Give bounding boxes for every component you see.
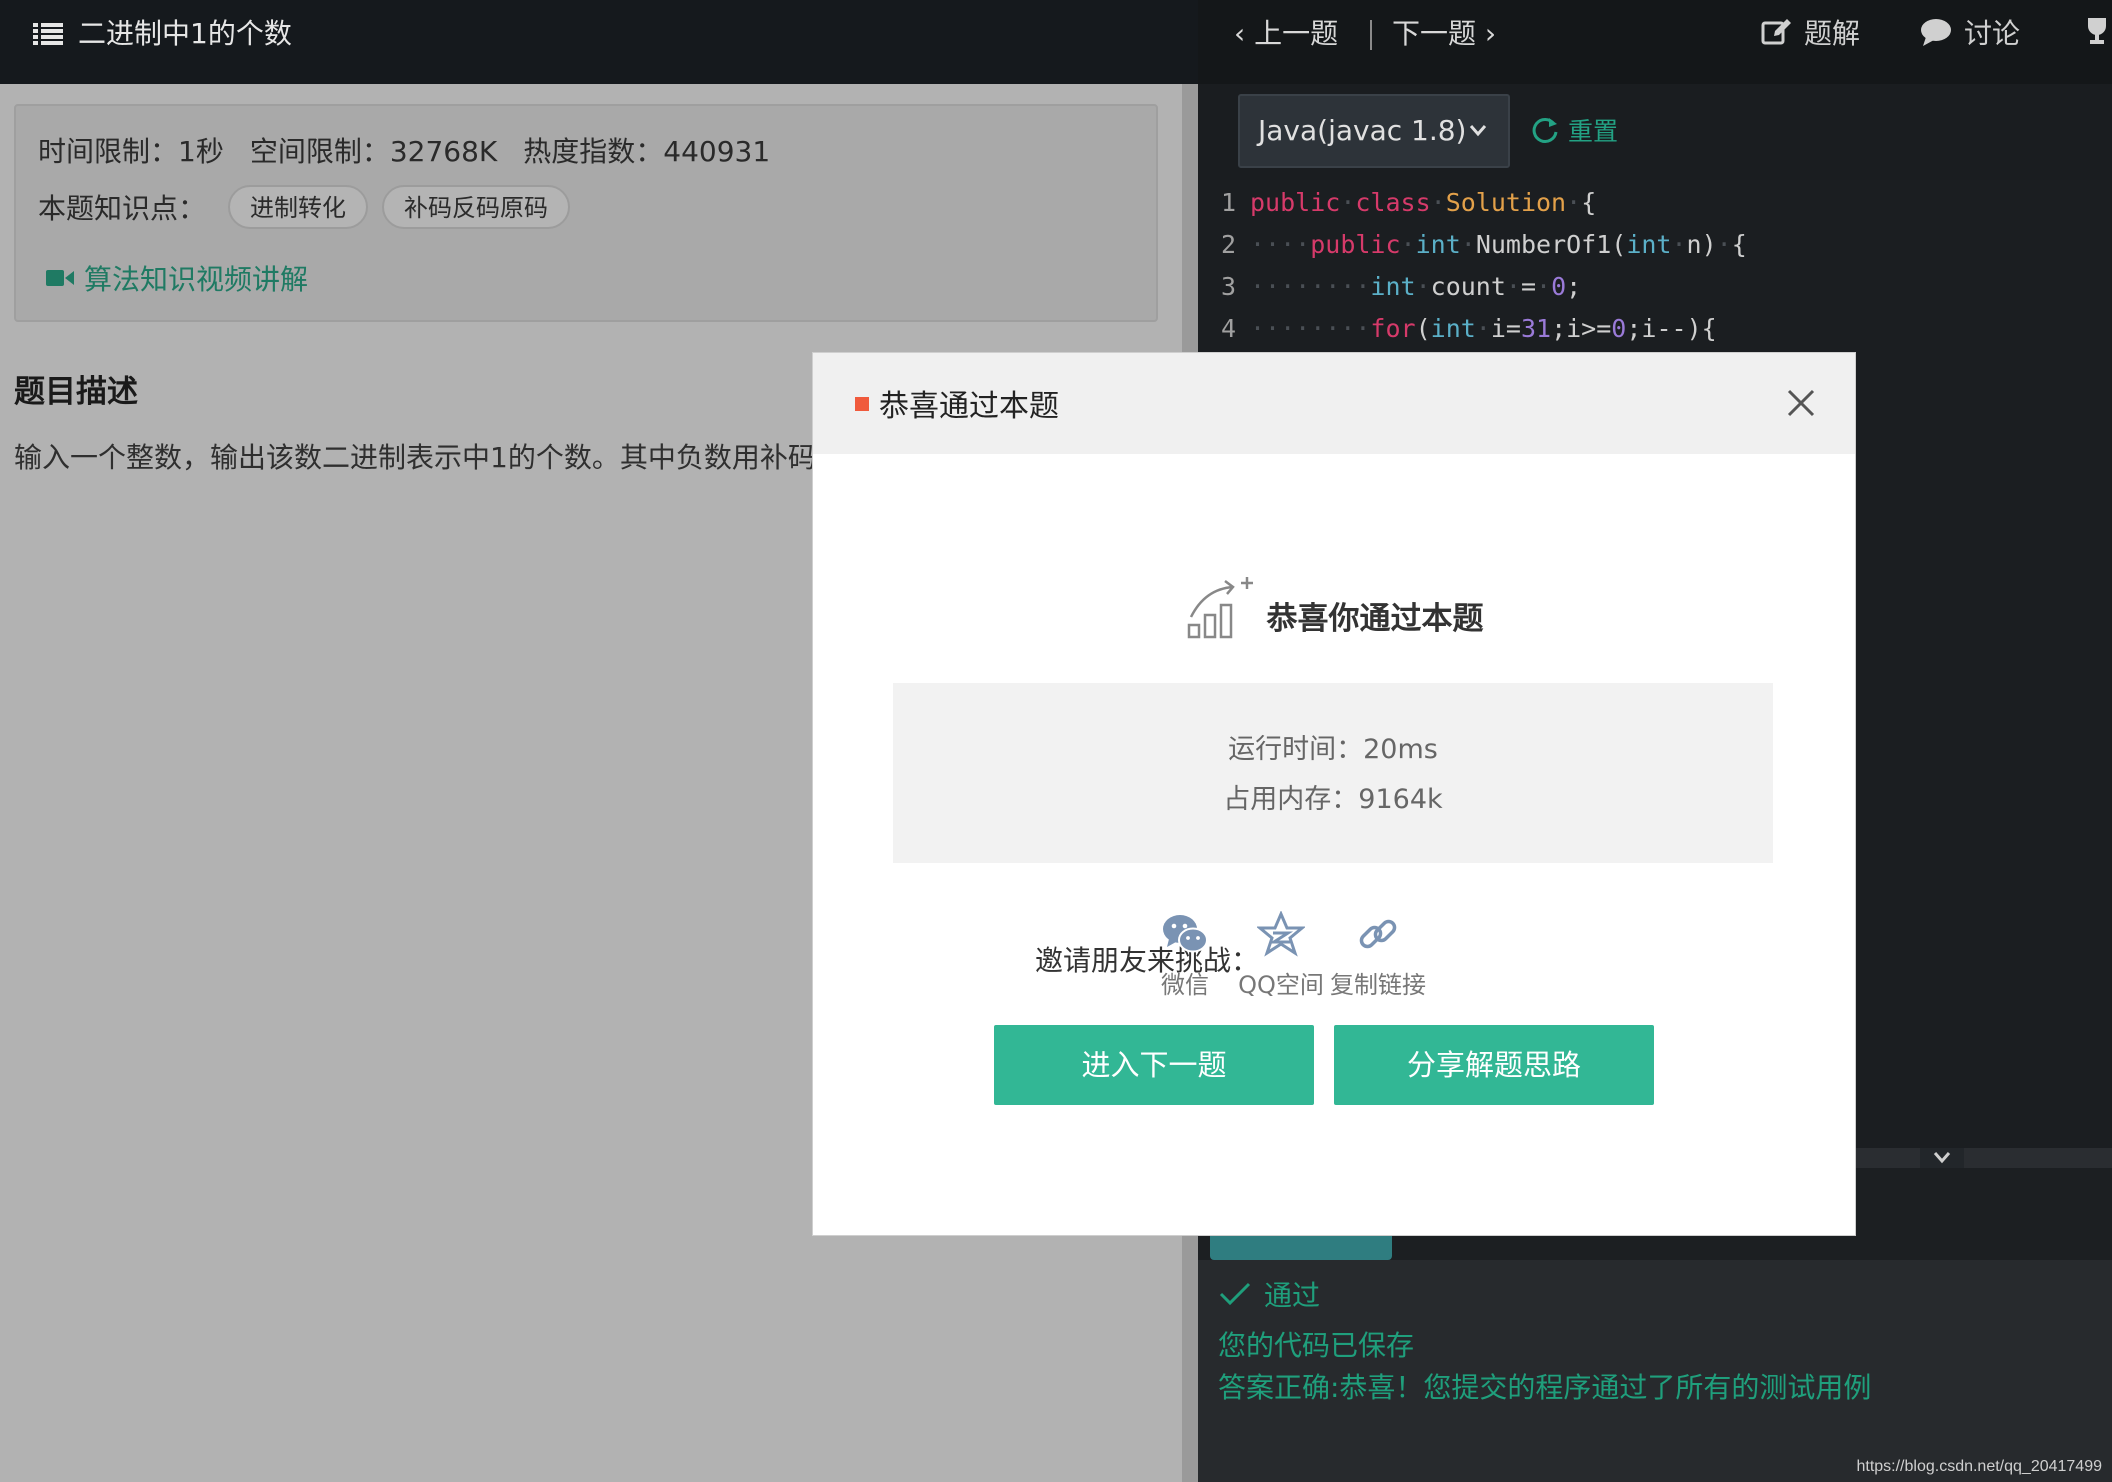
- limits-line: 时间限制：1秒 空间限制：32768K 热度指数：440931: [38, 130, 796, 170]
- solution-link[interactable]: 题解: [1760, 12, 1860, 52]
- problem-title: 二进制中1的个数: [78, 17, 292, 50]
- submit-button[interactable]: [1210, 1232, 1392, 1260]
- success-headline: 恭喜你通过本题: [813, 575, 1855, 639]
- invite-row: 邀请朋友来挑战： 微信 QQ空间 复制链接: [813, 905, 1855, 1005]
- link-icon: [1359, 919, 1397, 949]
- share-solution-button[interactable]: 分享解题思路: [1334, 1025, 1654, 1105]
- description-heading: 题目描述: [14, 374, 138, 410]
- collapse-console-toggle[interactable]: [1920, 1148, 1964, 1168]
- chevron-down-icon: [1469, 125, 1487, 137]
- chevron-down-icon: [1933, 1152, 1951, 1164]
- share-wechat-label: 微信: [1161, 971, 1209, 999]
- pass-status: 通过: [1218, 1274, 1320, 1314]
- nav-separator: [1370, 20, 1372, 50]
- copy-link[interactable]: 复制链接: [1323, 905, 1433, 1000]
- time-limit: 时间限制：1秒: [38, 135, 224, 168]
- code-line: 3 ········int·count·=·0;: [1220, 272, 1582, 301]
- reset-label: 重置: [1568, 117, 1619, 146]
- problem-header: 二进制中1的个数: [0, 0, 1198, 84]
- title-marker: [855, 397, 869, 411]
- knowledge-points: 本题知识点： 进制转化 补码反码原码: [38, 184, 584, 230]
- editor-header: ‹ 上一题 下一题 › 题解 讨论: [1198, 0, 2112, 84]
- memory-usage: 占用内存：9164k: [1223, 784, 1443, 815]
- discuss-link[interactable]: 讨论: [1920, 12, 2020, 52]
- run-stats: 运行时间：20ms 占用内存：9164k: [893, 683, 1773, 863]
- video-link-label: 算法知识视频讲解: [84, 263, 309, 296]
- list-icon[interactable]: [33, 22, 63, 46]
- comment-icon: [1921, 19, 1951, 46]
- reset-button[interactable]: 重置: [1530, 112, 1618, 148]
- dialog-title: 恭喜通过本题: [879, 389, 1059, 424]
- watermark: https://blog.csdn.net/qq_20417499: [1856, 1458, 2102, 1475]
- next-problem-button[interactable]: 进入下一题: [994, 1025, 1314, 1105]
- saved-message: 您的代码已保存: [1218, 1329, 1415, 1362]
- tag-base-conversion[interactable]: 进制转化: [228, 185, 369, 229]
- knowledge-label: 本题知识点：: [38, 192, 207, 225]
- code-line: 1 public·class·Solution·{: [1220, 188, 1597, 217]
- description-text: 输入一个整数，输出该数二进制表示中1的个数。其中负数用补码: [14, 441, 816, 474]
- code-line: 2 ····public·int·NumberOf1(int·n)·{: [1220, 230, 1747, 259]
- solution-label: 题解: [1804, 17, 1861, 50]
- tag-complement-codes[interactable]: 补码反码原码: [382, 185, 571, 229]
- share-qzone[interactable]: QQ空间: [1226, 905, 1336, 1000]
- video-camera-icon: [46, 270, 74, 286]
- run-time: 运行时间：20ms: [1228, 734, 1438, 765]
- success-dialog: 恭喜通过本题 恭喜你通过本题 运行时间：20ms 占用内存：9164k 邀请朋友…: [812, 352, 1856, 1236]
- trophy-icon[interactable]: [2082, 16, 2112, 46]
- growth-chart-icon: [1187, 577, 1253, 639]
- space-limit: 空间限制：32768K: [249, 135, 498, 168]
- problem-info-box: 时间限制：1秒 空间限制：32768K 热度指数：440931 本题知识点： 进制转…: [14, 104, 1158, 322]
- share-wechat[interactable]: 微信: [1130, 905, 1240, 1000]
- heat-index: 热度指数：440931: [523, 135, 771, 168]
- next-problem-link[interactable]: 下一题 ›: [1392, 14, 1496, 54]
- next-label: 下一题: [1392, 17, 1477, 50]
- code-line: 4 ········for(int·i=31;i>=0;i--){: [1220, 314, 1717, 343]
- success-text: 恭喜你通过本题: [1266, 601, 1484, 637]
- edit-icon: [1761, 19, 1791, 45]
- dialog-header: 恭喜通过本题: [813, 353, 1855, 454]
- check-icon: [1219, 1282, 1251, 1306]
- discuss-label: 讨论: [1964, 17, 2021, 50]
- pass-label: 通过: [1264, 1279, 1321, 1312]
- language-select[interactable]: Java(javac 1.8): [1238, 94, 1510, 168]
- prev-label: 上一题: [1254, 17, 1339, 50]
- editor-toolbar: Java(javac 1.8) 重置: [1198, 84, 2112, 180]
- video-explanation-link[interactable]: 算法知识视频讲解: [46, 258, 308, 298]
- result-message: 答案正确:恭喜！您提交的程序通过了所有的测试用例: [1218, 1371, 1872, 1404]
- qzone-star-icon: [1257, 911, 1305, 957]
- result-console: 通过 您的代码已保存 答案正确:恭喜！您提交的程序通过了所有的测试用例: [1198, 1260, 2112, 1482]
- refresh-icon: [1532, 117, 1558, 143]
- close-icon[interactable]: [1785, 387, 1817, 419]
- prev-problem-link[interactable]: ‹ 上一题: [1234, 14, 1338, 54]
- share-qzone-label: QQ空间: [1238, 971, 1324, 999]
- language-value: Java(javac 1.8): [1258, 114, 1467, 147]
- copy-link-label: 复制链接: [1330, 971, 1426, 999]
- wechat-icon: [1163, 915, 1208, 953]
